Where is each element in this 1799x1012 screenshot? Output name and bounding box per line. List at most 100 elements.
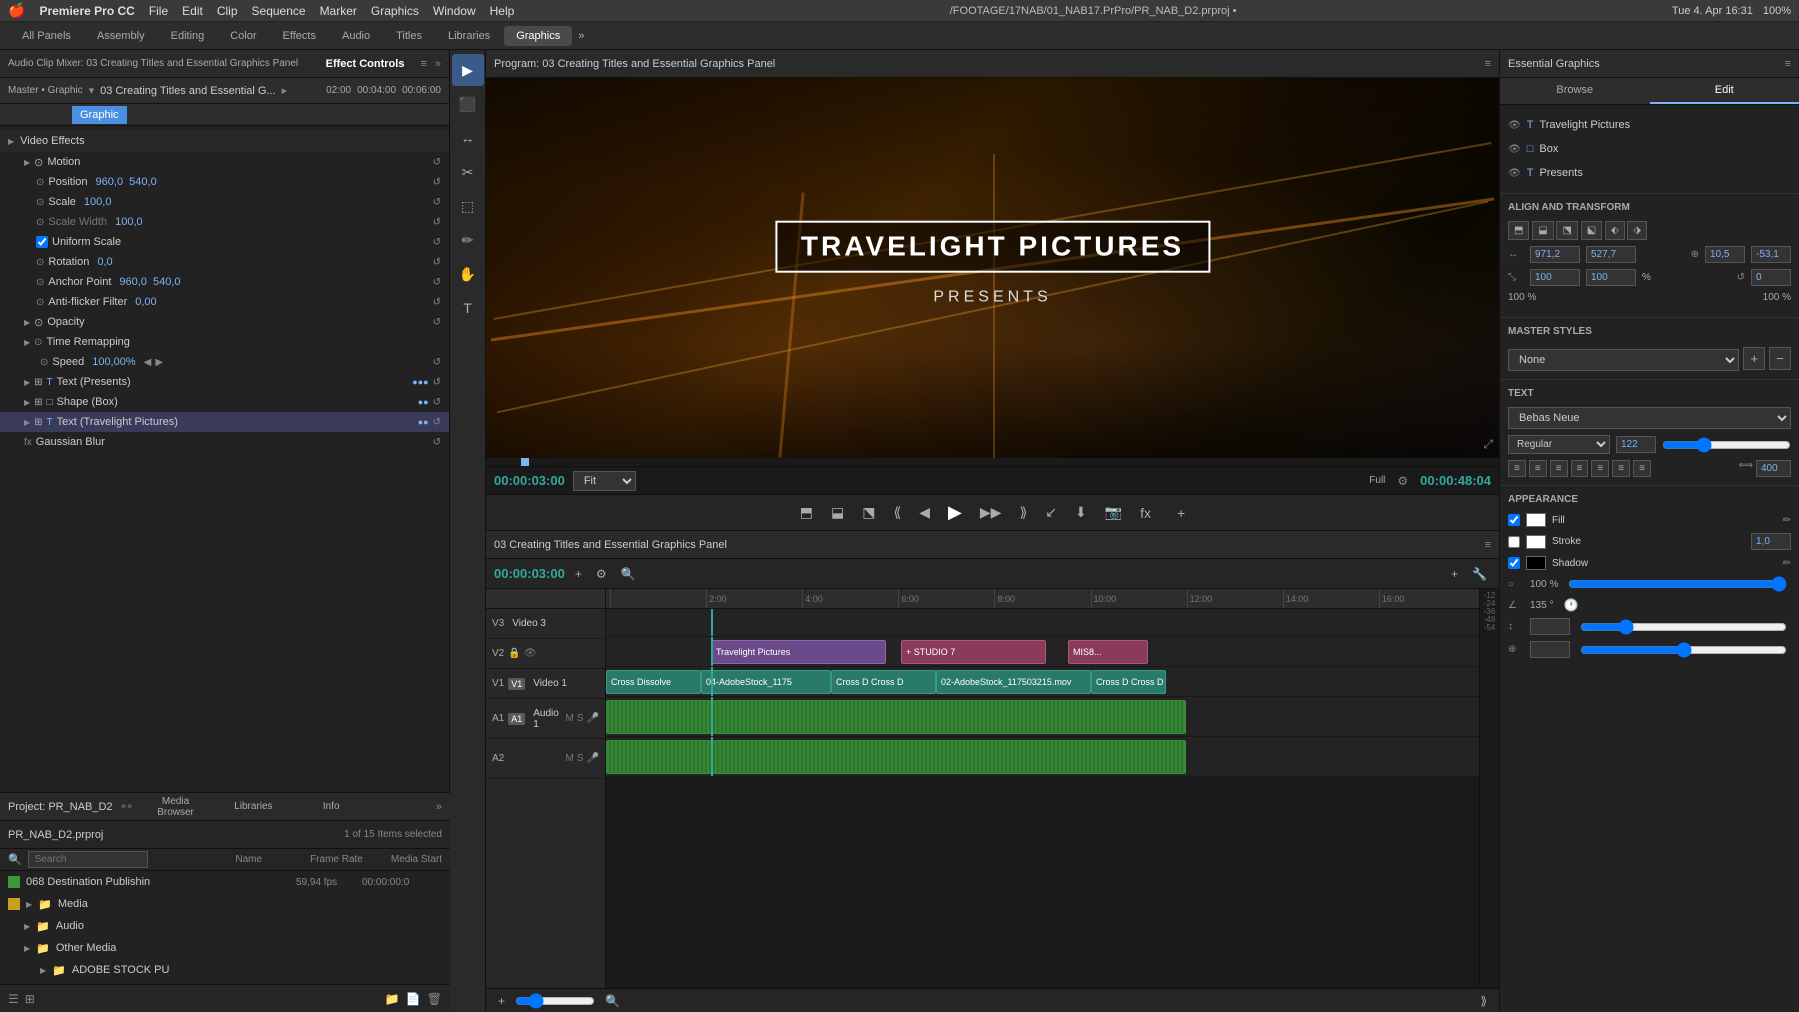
tl-add-track[interactable]: + xyxy=(571,565,586,583)
pen-tool[interactable]: ✏ xyxy=(452,224,484,256)
eg-layer-box[interactable]: 👁 □ Box xyxy=(1500,137,1799,161)
eg-layer-presents[interactable]: 👁 T Presents xyxy=(1500,161,1799,185)
text-align-left[interactable]: ≡ xyxy=(1508,460,1526,477)
menu-edit[interactable]: Edit xyxy=(182,4,203,18)
font-size-slider[interactable] xyxy=(1662,437,1791,453)
tab-color[interactable]: Color xyxy=(218,26,268,46)
tab-effects[interactable]: Effects xyxy=(271,26,328,46)
menu-graphics[interactable]: Graphics xyxy=(371,4,419,18)
tl-settings[interactable]: ⚙ xyxy=(592,565,611,583)
new-bin-icon[interactable]: 📁 xyxy=(385,992,400,1006)
tl-scroll-end[interactable]: ⟫ xyxy=(1476,992,1491,1010)
rotation-row[interactable]: ⊙ Rotation 0,0 ↺ xyxy=(0,252,449,272)
fill-checkbox[interactable] xyxy=(1508,514,1520,526)
align-right-btn[interactable]: ⬔ xyxy=(1556,221,1577,240)
project-expand-icon[interactable]: » xyxy=(436,801,442,813)
clip-studio7[interactable]: + STUDIO 7 xyxy=(901,640,1046,664)
ms-del-btn[interactable]: − xyxy=(1769,347,1791,370)
clip-adobe-117503215[interactable]: 02-AdobeStock_117503215.mov xyxy=(936,670,1091,694)
shape-box-row[interactable]: ▶ ⊞ □ Shape (Box) ●● ↺ xyxy=(0,392,449,412)
a1-mute-icon[interactable]: M xyxy=(566,713,574,724)
clip-cross-d-2[interactable]: Cross D Cross D xyxy=(1091,670,1166,694)
anchor-point-row[interactable]: ⊙ Anchor Point 960,0 540,0 ↺ xyxy=(0,272,449,292)
a2-mic-icon[interactable]: 🎤 xyxy=(587,753,599,764)
project-item-audio[interactable]: ▶ 📁 Audio xyxy=(0,915,450,937)
scale-width-row[interactable]: ⊙ Scale Width 100,0 ↺ xyxy=(0,212,449,232)
tl-zoom-in[interactable]: + xyxy=(1447,565,1462,583)
type-tool[interactable]: T xyxy=(452,292,484,324)
fullscreen-icon[interactable]: ⤢ xyxy=(1483,437,1493,452)
motion-row[interactable]: ▶ ⊙ Motion ↺ xyxy=(0,152,449,172)
menu-marker[interactable]: Marker xyxy=(320,4,357,18)
tab-libraries[interactable]: Libraries xyxy=(436,26,502,46)
select-tool[interactable]: ▶ xyxy=(452,54,484,86)
panel-expand-icon[interactable]: » xyxy=(435,58,441,70)
monitor-menu-icon[interactable]: ≡ xyxy=(1485,58,1491,70)
timeline-menu-icon[interactable]: ≡ xyxy=(1485,539,1491,551)
stroke-color-swatch[interactable] xyxy=(1526,535,1546,549)
font-size-input[interactable] xyxy=(1616,436,1656,453)
position-y-input[interactable] xyxy=(1586,246,1636,263)
align-top-btn[interactable]: ⬕ xyxy=(1581,221,1602,240)
clip-adobe-1175[interactable]: 04-AdobeStock_1175 xyxy=(701,670,831,694)
effect-controls-tab[interactable]: Effect Controls xyxy=(326,58,405,70)
layer-eye-box[interactable]: 👁 xyxy=(1508,144,1521,155)
speed-next[interactable]: ▶ xyxy=(155,357,163,368)
shadow-opacity-slider[interactable] xyxy=(1568,576,1787,592)
scale-w-input[interactable] xyxy=(1530,269,1580,286)
v2-lock-icon[interactable]: 🔒 xyxy=(508,648,520,659)
a2-solo-icon[interactable]: S xyxy=(577,753,584,764)
list-view-icon[interactable]: ☰ xyxy=(8,992,19,1006)
audio-clip-a2[interactable] xyxy=(606,740,1186,774)
tl-bottom-add[interactable]: + xyxy=(494,992,509,1010)
track-select-tool[interactable]: ⬛ xyxy=(452,88,484,120)
mark-clip-btn[interactable]: ⬔ xyxy=(856,500,881,525)
eg-tab-browse[interactable]: Browse xyxy=(1500,78,1650,104)
text-align-center[interactable]: ≡ xyxy=(1529,460,1547,477)
panel-menu-icon[interactable]: ≡ xyxy=(420,58,426,70)
nudge-y-input[interactable] xyxy=(1751,246,1791,263)
menu-window[interactable]: Window xyxy=(433,4,476,18)
tl-bottom-zoom[interactable]: 🔍 xyxy=(601,992,624,1010)
slip-tool[interactable]: ⬚ xyxy=(452,190,484,222)
effects-btn[interactable]: fx xyxy=(1134,501,1157,525)
shadow-blur-slider[interactable] xyxy=(1580,642,1787,658)
export-frame-btn[interactable]: 📷 xyxy=(1099,500,1128,525)
delete-icon[interactable]: 🗑 xyxy=(427,992,442,1006)
new-item-icon[interactable]: 📄 xyxy=(406,992,421,1006)
text-travelight-row[interactable]: ▶ ⊞ T Text (Travelight Pictures) ●● ↺ xyxy=(0,412,449,432)
timeline-zoom-slider[interactable] xyxy=(515,993,595,1009)
tab-assembly[interactable]: Assembly xyxy=(85,26,157,46)
shadow-distance-slider[interactable] xyxy=(1580,619,1787,635)
text-presents-row[interactable]: ▶ ⊞ T Text (Presents) ●●● ↺ xyxy=(0,372,449,392)
mark-out-btn[interactable]: ⬓ xyxy=(825,500,850,525)
eg-menu-icon[interactable]: ≡ xyxy=(1785,58,1791,70)
text-justify-right[interactable]: ≡ xyxy=(1612,460,1630,477)
rotation-input[interactable] xyxy=(1751,269,1791,286)
align-bottom-btn[interactable]: ⬗ xyxy=(1627,221,1647,240)
razor-tool[interactable]: ✂ xyxy=(452,156,484,188)
eg-layer-travelight[interactable]: 👁 T Travelight Pictures xyxy=(1500,113,1799,137)
scale-row[interactable]: ⊙ Scale 100,0 ↺ xyxy=(0,192,449,212)
fill-color-swatch[interactable] xyxy=(1526,513,1546,527)
mark-in-btn[interactable]: ⬒ xyxy=(794,500,819,525)
v2-visibility-icon[interactable]: 👁 xyxy=(524,648,537,659)
tab-libraries[interactable]: Libraries xyxy=(218,799,288,814)
opacity-row[interactable]: ▶ ⊙ Opacity ↺ xyxy=(0,312,449,332)
menu-clip[interactable]: Clip xyxy=(217,4,238,18)
a1-mic-icon[interactable]: 🎤 xyxy=(587,713,599,724)
a1-solo-icon[interactable]: S xyxy=(577,713,584,724)
insert-btn[interactable]: ↙ xyxy=(1039,500,1063,525)
tab-graphics[interactable]: Graphics xyxy=(504,26,572,46)
font-dropdown[interactable]: Bebas Neue xyxy=(1508,407,1791,429)
tab-more[interactable]: » xyxy=(578,30,584,42)
align-left-btn[interactable]: ⬒ xyxy=(1508,221,1529,240)
ripple-tool[interactable]: ↔ xyxy=(452,122,484,154)
project-item-media[interactable]: ▶ 📁 Media xyxy=(0,893,450,915)
audio-clip-a1[interactable] xyxy=(606,700,1186,734)
play-btn[interactable]: ▶ xyxy=(942,498,968,527)
go-to-out-btn[interactable]: ⟫ xyxy=(1013,500,1033,525)
menu-file[interactable]: File xyxy=(149,4,168,18)
text-justify-left[interactable]: ≡ xyxy=(1571,460,1589,477)
step-back-btn[interactable]: ◀ xyxy=(913,500,936,525)
